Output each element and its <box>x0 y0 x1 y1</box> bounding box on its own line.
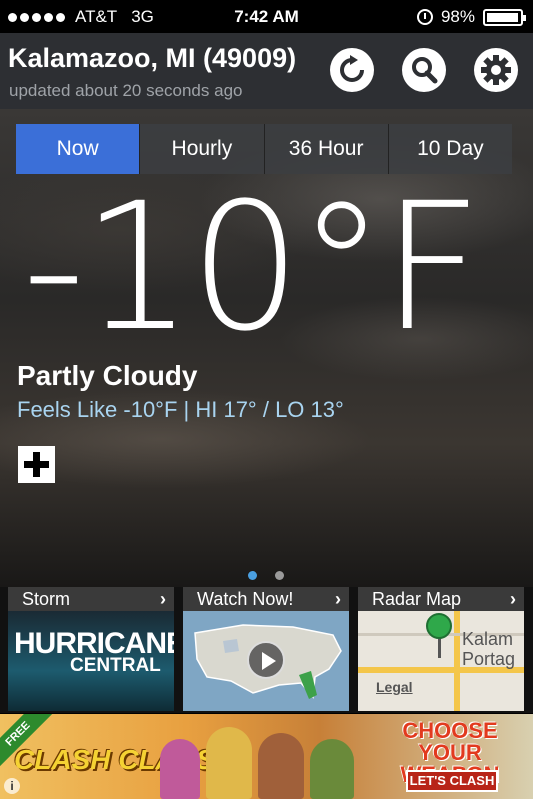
chevron-right-icon: › <box>160 589 166 609</box>
tile-title: Radar Map <box>372 589 462 609</box>
map-city-line-2: Portag <box>462 649 516 669</box>
ad-banner[interactable]: FREE CLASH CLANS CHOOSE YOUR WEAPON LET'… <box>0 714 533 799</box>
status-right: 98% <box>416 7 526 27</box>
app-header: Kalamazoo, MI (49009) updated about 20 s… <box>0 33 533 109</box>
location-pin-icon <box>426 613 452 639</box>
ad-characters-image <box>150 722 370 799</box>
battery-percent: 98% <box>440 7 475 26</box>
page-dot <box>275 571 284 580</box>
gear-icon <box>481 55 511 85</box>
alarm-icon <box>416 9 433 25</box>
feels-like-text: Feels Like -10°F | HI 17° / LO 13° <box>17 397 344 422</box>
search-icon <box>412 57 438 84</box>
chevron-right-icon: › <box>510 589 516 609</box>
us-map-video-thumbnail <box>183 611 349 711</box>
expand-details-button[interactable] <box>18 446 55 483</box>
map-legal-link[interactable]: Legal <box>376 679 413 695</box>
tile-header: Storm › <box>8 587 174 611</box>
tile-header: Radar Map › <box>358 587 524 611</box>
settings-button[interactable] <box>474 48 518 92</box>
feature-tiles: Storm › HURRICANE CENTRAL Watch Now! › R… <box>0 587 533 713</box>
pin-stem <box>438 638 441 658</box>
page-dot-active <box>248 571 257 580</box>
map-city-line-1: Kalam <box>462 629 514 649</box>
condition-text: Partly Cloudy <box>17 360 198 391</box>
refresh-button[interactable] <box>330 48 374 92</box>
map-road <box>454 611 460 711</box>
tile-storm[interactable]: Storm › HURRICANE CENTRAL <box>8 587 174 711</box>
battery-icon <box>483 8 526 26</box>
play-icon[interactable] <box>247 641 285 679</box>
tile-radar-map[interactable]: Radar Map › Kalam Portag Legal <box>358 587 524 711</box>
ad-info-icon[interactable]: i <box>4 778 20 794</box>
refresh-icon <box>340 55 364 82</box>
radar-map-thumbnail: Kalam Portag Legal <box>358 611 524 711</box>
tile-title: Watch Now! <box>197 589 294 609</box>
central-label: CENTRAL <box>70 655 161 676</box>
tile-title: Storm <box>22 589 71 609</box>
tile-watch-now[interactable]: Watch Now! › <box>183 587 349 711</box>
hurricane-central-image: HURRICANE CENTRAL <box>8 611 174 711</box>
ad-cta-button[interactable]: LET'S CLASH <box>406 770 498 792</box>
current-temperature: -10°F <box>22 165 483 370</box>
location-title[interactable]: Kalamazoo, MI (49009) <box>8 43 296 74</box>
status-bar: AT&T 3G 7:42 AM 98% <box>0 0 533 33</box>
last-updated-text: updated about 20 seconds ago <box>9 81 243 100</box>
chevron-right-icon: › <box>335 589 341 609</box>
map-city-label: Kalam Portag <box>462 629 515 669</box>
page-indicator[interactable] <box>248 571 284 580</box>
search-button[interactable] <box>402 48 446 92</box>
tile-header: Watch Now! › <box>183 587 349 611</box>
